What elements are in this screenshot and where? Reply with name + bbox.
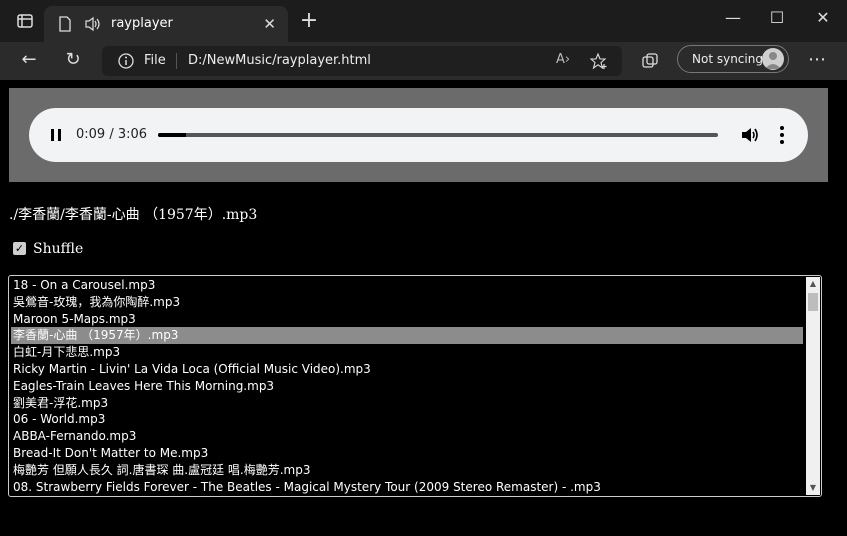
- playlist-item[interactable]: 白虹-月下悲思.mp3: [11, 344, 803, 361]
- playlist-listbox[interactable]: 18 - On a Carousel.mp3 吳鶯音-玫瑰，我為你陶醉.mp3 Ma…: [8, 275, 822, 497]
- navigation-toolbar: ← ↻ File D:/NewMusic/rayplayer.html A› N…: [0, 42, 847, 80]
- new-tab-icon[interactable]: +: [296, 8, 322, 33]
- pause-icon[interactable]: [49, 127, 63, 143]
- close-window-icon[interactable]: ✕: [803, 8, 843, 27]
- playlist-item[interactable]: 08. Strawberry Fields Forever - The Beat…: [11, 479, 803, 496]
- now-playing-path: ./李香蘭/李香蘭-心曲 （1957年）.mp3: [9, 207, 258, 223]
- browser-tab[interactable]: rayplayer ✕: [44, 6, 288, 42]
- address-bar[interactable]: File D:/NewMusic/rayplayer.html A›: [102, 46, 622, 76]
- minimize-icon[interactable]: —: [713, 8, 753, 27]
- playlist-item[interactable]: ABBA-Fernando.mp3: [11, 428, 803, 445]
- scroll-down-icon[interactable]: ▼: [806, 481, 820, 495]
- playlist-items: 18 - On a Carousel.mp3 吳鶯音-玫瑰，我為你陶醉.mp3 Ma…: [11, 277, 803, 495]
- playlist-item[interactable]: 李香蘭-心曲 （1957年）.mp3: [11, 327, 803, 345]
- playlist-item[interactable]: 劉美君-浮花.mp3: [11, 395, 803, 412]
- page-icon: [59, 16, 71, 32]
- shuffle-label: Shuffle: [33, 241, 84, 257]
- back-arrow-icon[interactable]: ←: [15, 49, 43, 73]
- seek-progress: [158, 133, 186, 137]
- playlist-item[interactable]: 06 - World.mp3: [11, 411, 803, 428]
- info-icon[interactable]: [118, 53, 134, 69]
- playlist-item[interactable]: Maroon 5-Maps.mp3: [11, 311, 803, 328]
- title-bar: rayplayer ✕ + — ☐ ✕: [0, 0, 847, 42]
- address-divider: [176, 53, 177, 69]
- scroll-up-icon[interactable]: ▲: [806, 277, 820, 291]
- volume-icon[interactable]: [740, 125, 760, 145]
- playlist-item[interactable]: Bread-It Don't Matter to Me.mp3: [11, 445, 803, 462]
- sync-button[interactable]: Not syncing: [677, 45, 789, 73]
- playlist-item[interactable]: Eagles-Train Leaves Here This Morning.mp…: [11, 378, 803, 395]
- avatar: [762, 48, 784, 70]
- player-container: 0:09 / 3:06: [9, 88, 828, 182]
- tab-actions-icon[interactable]: [16, 12, 34, 30]
- user-icon: [765, 52, 781, 69]
- collections-icon[interactable]: [641, 52, 659, 70]
- url-text: D:/NewMusic/rayplayer.html: [188, 53, 371, 68]
- shuffle-checkbox[interactable]: ✓: [13, 242, 26, 255]
- read-aloud-icon[interactable]: A›: [556, 52, 570, 67]
- playlist-item[interactable]: Ricky Martin - Livin' La Vida Loca (Offi…: [11, 361, 803, 378]
- speaker-icon[interactable]: [84, 16, 102, 32]
- sync-label: Not syncing: [692, 52, 763, 66]
- scroll-thumb[interactable]: [808, 293, 818, 311]
- more-options-icon[interactable]: [777, 124, 787, 146]
- playlist-scrollbar[interactable]: ▲ ▼: [806, 277, 820, 495]
- seek-bar[interactable]: [158, 133, 718, 137]
- add-favorite-icon[interactable]: [590, 53, 608, 70]
- settings-more-icon[interactable]: ⋯: [808, 49, 826, 70]
- refresh-icon[interactable]: ↻: [59, 49, 87, 73]
- playlist-item[interactable]: 吳鶯音-玫瑰，我為你陶醉.mp3: [11, 294, 803, 311]
- audio-player[interactable]: 0:09 / 3:06: [29, 108, 808, 162]
- close-tab-icon[interactable]: ✕: [263, 15, 276, 33]
- playlist-item[interactable]: 18 - On a Carousel.mp3: [11, 277, 803, 294]
- time-display: 0:09 / 3:06: [76, 127, 148, 142]
- maximize-icon[interactable]: ☐: [757, 8, 797, 27]
- playlist-item[interactable]: 梅艷芳 但願人長久 詞.唐書琛 曲.盧冠廷 唱.梅艷芳.mp3: [11, 462, 803, 479]
- scheme-label: File: [144, 53, 166, 68]
- tab-title: rayplayer: [111, 16, 173, 31]
